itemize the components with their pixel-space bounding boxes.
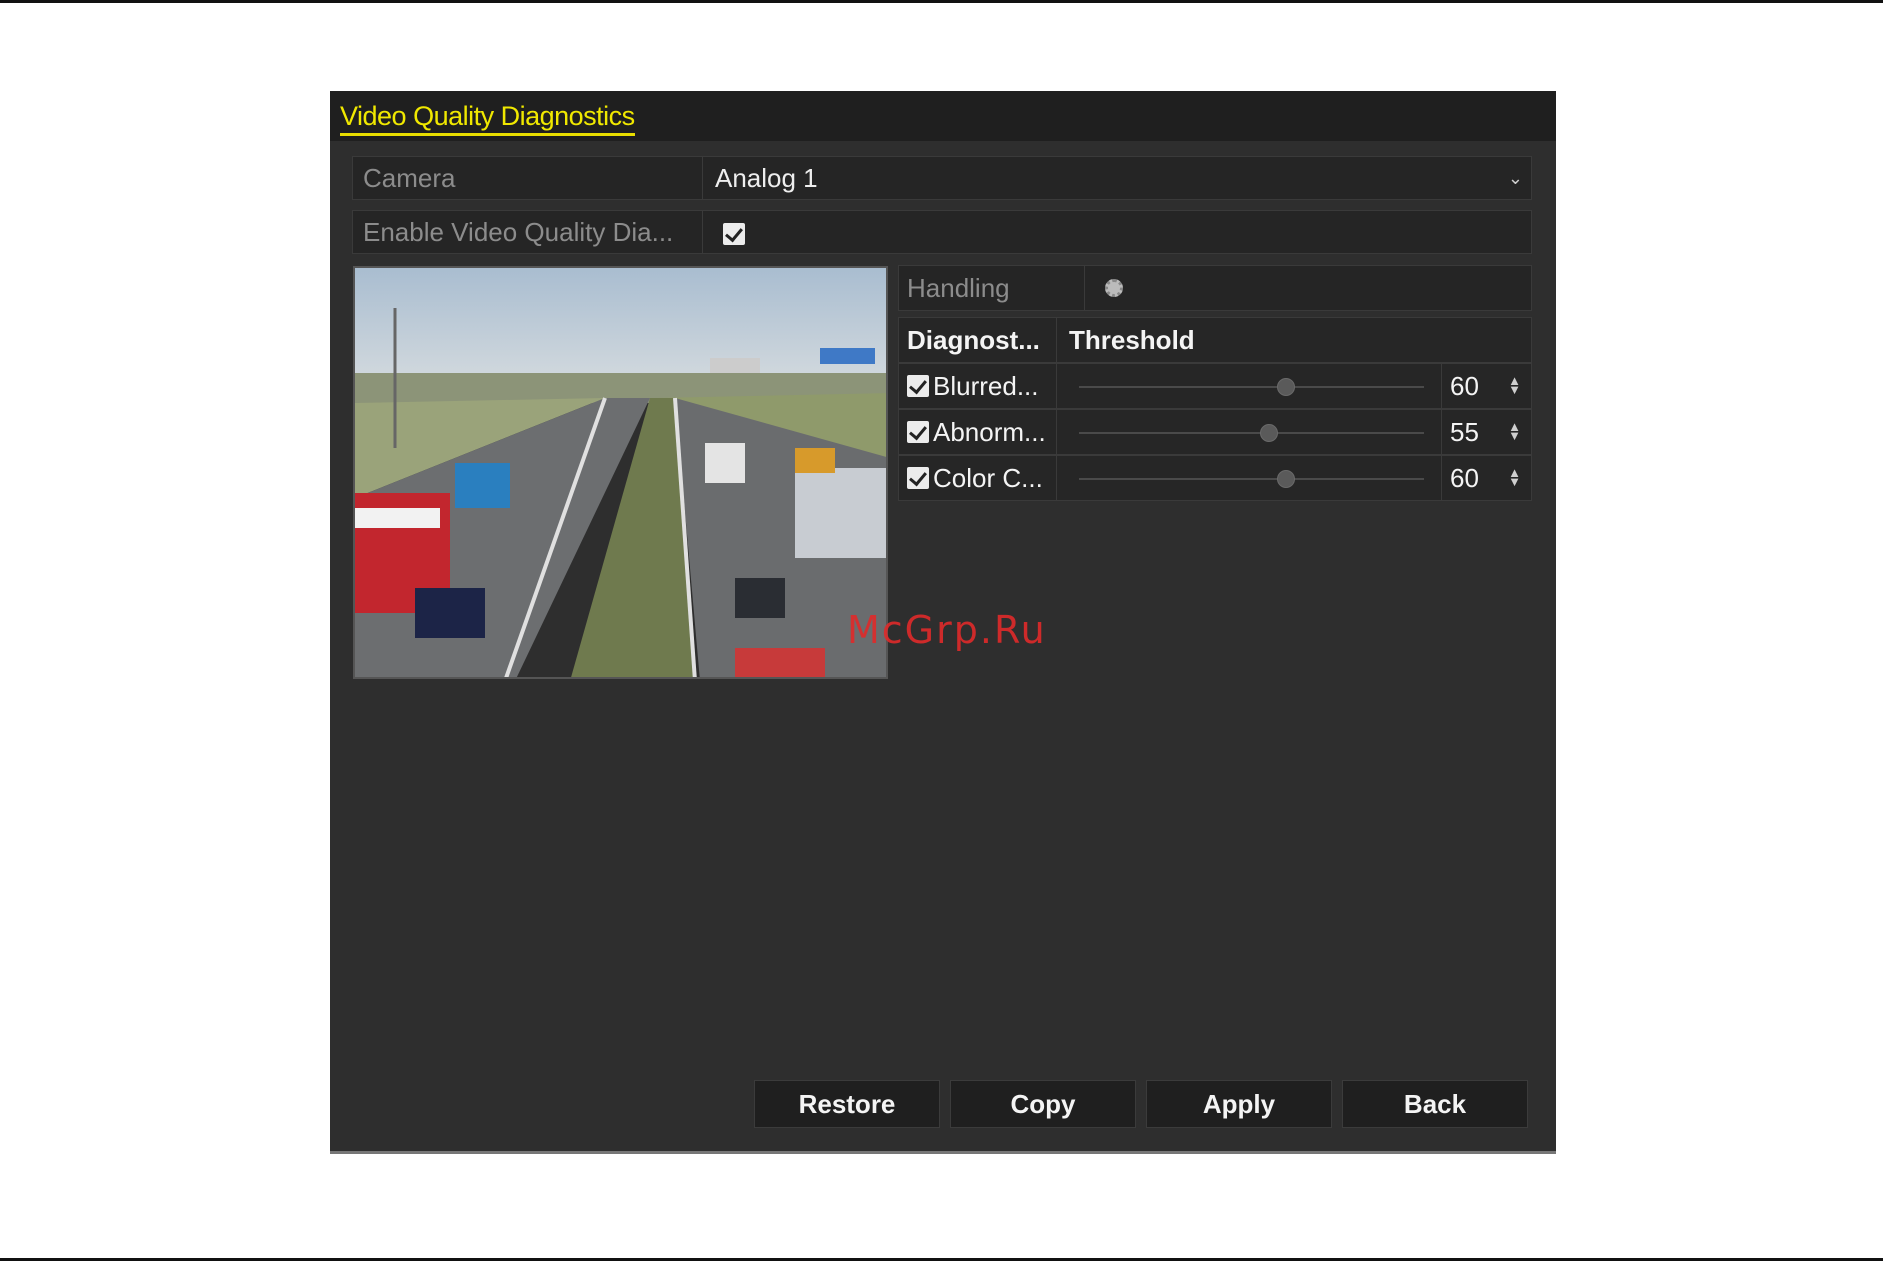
spinner-arrows-icon[interactable]: ▲ ▼ — [1508, 374, 1521, 396]
camera-preview-image — [353, 266, 888, 679]
bottom-rule — [0, 1258, 1883, 1261]
diagnostics-column-header: Diagnost... — [907, 318, 1057, 362]
abnormal-checkbox[interactable] — [907, 421, 929, 444]
diagnostic-name: Blurred... — [933, 371, 1039, 401]
enable-label: Enable Video Quality Dia... — [353, 211, 703, 253]
camera-select-value[interactable]: Analog 1 — [715, 157, 818, 199]
blurred-checkbox[interactable] — [907, 375, 929, 398]
threshold-value-stepper[interactable]: 55 ▲ ▼ — [1441, 410, 1527, 454]
spinner-arrows-icon[interactable]: ▲ ▼ — [1508, 466, 1521, 488]
camera-label: Camera — [353, 157, 703, 199]
apply-button[interactable]: Apply — [1146, 1080, 1332, 1128]
watermark-text: McGrp.Ru — [847, 608, 1047, 652]
copy-button[interactable]: Copy — [950, 1080, 1136, 1128]
enable-row: Enable Video Quality Dia... — [352, 210, 1532, 254]
threshold-value[interactable]: 55 — [1450, 417, 1479, 447]
diagnostic-name: Abnorm... — [933, 417, 1046, 447]
handling-row: Handling — [898, 265, 1532, 311]
top-rule — [0, 0, 1883, 3]
threshold-value[interactable]: 60 — [1450, 463, 1479, 493]
threshold-slider-track[interactable] — [1079, 478, 1424, 480]
diagnostics-header: Diagnost... Threshold — [898, 317, 1532, 363]
spinner-arrows-icon[interactable]: ▲ ▼ — [1508, 420, 1521, 442]
enable-checkbox[interactable] — [723, 223, 745, 246]
diagnostic-row-color-cast: Color C... 60 ▲ ▼ — [898, 455, 1532, 501]
threshold-value-stepper[interactable]: 60 ▲ ▼ — [1441, 364, 1527, 408]
gear-icon[interactable] — [1105, 279, 1123, 297]
panel-title[interactable]: Video Quality Diagnostics — [340, 101, 635, 136]
threshold-value[interactable]: 60 — [1450, 371, 1479, 401]
restore-button[interactable]: Restore — [754, 1080, 940, 1128]
chevron-down-icon[interactable]: ⌄ — [1508, 157, 1523, 199]
threshold-slider-thumb[interactable] — [1277, 470, 1295, 488]
handling-label: Handling — [899, 266, 1085, 310]
threshold-slider-thumb[interactable] — [1277, 378, 1295, 396]
highway-scene-image — [355, 268, 886, 677]
color-cast-checkbox[interactable] — [907, 467, 929, 490]
threshold-slider-track[interactable] — [1079, 432, 1424, 434]
threshold-column-header: Threshold — [1069, 325, 1195, 355]
threshold-slider-track[interactable] — [1079, 386, 1424, 388]
threshold-slider-thumb[interactable] — [1259, 424, 1278, 442]
diagnostic-row-abnormal: Abnorm... 55 ▲ ▼ — [898, 409, 1532, 455]
back-button[interactable]: Back — [1342, 1080, 1528, 1128]
diagnostic-row-blurred: Blurred... 60 ▲ ▼ — [898, 363, 1532, 409]
diagnostic-name: Color C... — [933, 463, 1043, 493]
camera-row: Camera Analog 1 ⌄ — [352, 156, 1532, 200]
threshold-value-stepper[interactable]: 60 ▲ ▼ — [1441, 456, 1527, 500]
panel-title-bar: Video Quality Diagnostics — [330, 91, 1556, 141]
